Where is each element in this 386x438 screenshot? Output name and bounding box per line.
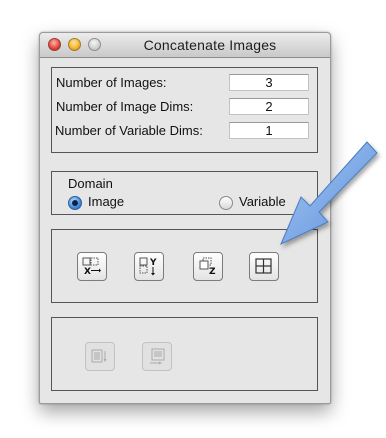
minimize-window-button[interactable] <box>68 38 81 51</box>
number-of-image-dims-label: Number of Image Dims: <box>56 99 194 114</box>
concat-x-button[interactable]: X <box>77 252 107 281</box>
variable-concatenate-panel <box>51 317 318 391</box>
concat-y-icon: Y <box>139 257 157 276</box>
domain-image-label[interactable]: Image <box>88 194 124 209</box>
concat-y-button[interactable]: Y <box>134 252 164 281</box>
number-of-images-label: Number of Images: <box>56 75 167 90</box>
concat-x-icon: X <box>82 257 101 276</box>
close-window-button[interactable] <box>48 38 61 51</box>
domain-variable-radio[interactable] <box>219 196 233 210</box>
concat-z-button[interactable]: Z <box>193 252 223 281</box>
number-of-variable-dims-field[interactable]: 1 <box>229 122 309 139</box>
window-title: Concatenate Images <box>143 37 277 53</box>
title-bar[interactable]: Concatenate Images <box>40 33 330 58</box>
concat-x-glyph: X <box>84 267 91 276</box>
concat-z-glyph: Z <box>209 267 216 276</box>
pointer-arrow-icon <box>280 141 378 246</box>
variable-concat-vertical-button[interactable] <box>85 342 115 371</box>
domain-image-radio[interactable] <box>68 196 82 210</box>
variable-concat-horizontal-button[interactable] <box>142 342 172 371</box>
number-of-image-dims-field[interactable]: 2 <box>229 98 309 115</box>
variable-concat-vertical-icon <box>91 349 107 363</box>
number-of-variable-dims-label: Number of Variable Dims: <box>55 123 203 138</box>
variable-concat-horizontal-icon <box>150 348 165 365</box>
concat-grid-icon <box>255 258 272 274</box>
number-of-images-field[interactable]: 3 <box>229 74 309 91</box>
domain-label: Domain <box>68 176 113 191</box>
concat-z-icon: Z <box>199 257 216 276</box>
concat-y-glyph: Y <box>149 258 157 268</box>
